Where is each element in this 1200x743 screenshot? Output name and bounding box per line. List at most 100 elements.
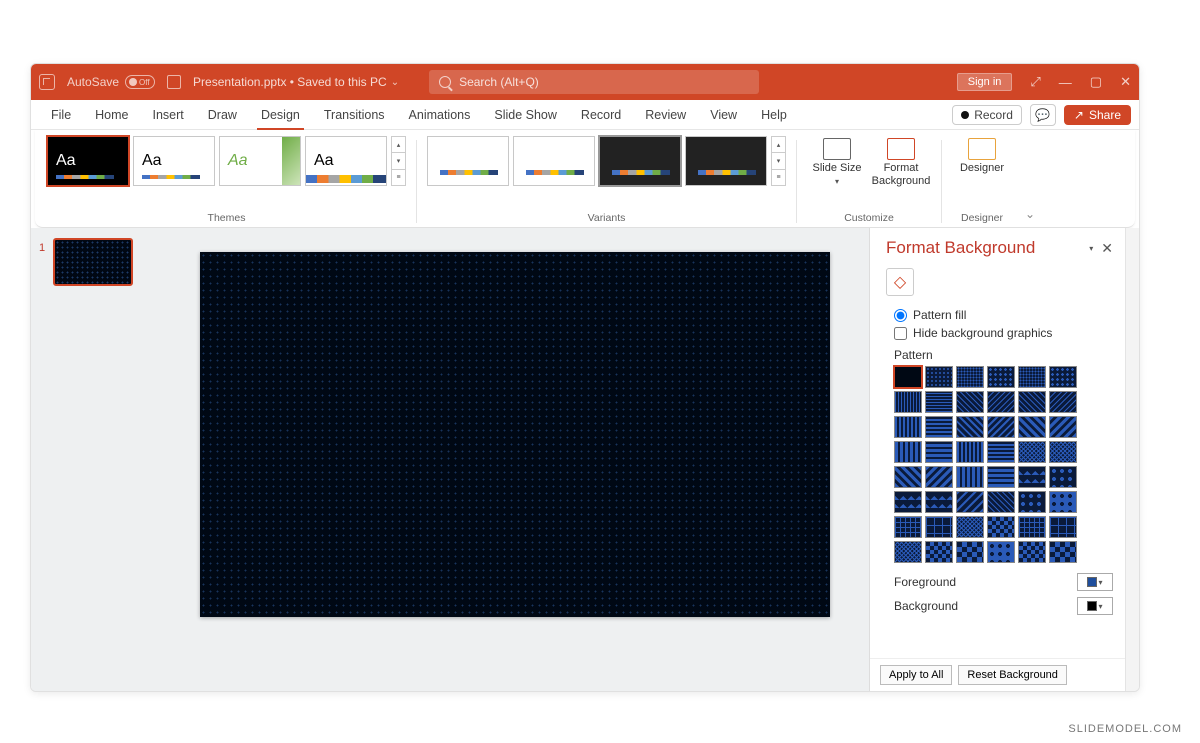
signin-button[interactable]: Sign in: [957, 73, 1013, 91]
pattern-swatch[interactable]: [894, 441, 922, 463]
pattern-swatch[interactable]: [894, 491, 922, 513]
filename-label[interactable]: Presentation.pptx • Saved to this PC: [193, 75, 387, 89]
pattern-fill-radio[interactable]: Pattern fill: [894, 308, 1113, 322]
close-icon[interactable]: ✕: [1120, 74, 1131, 90]
pattern-swatch[interactable]: [925, 491, 953, 513]
pattern-swatch[interactable]: [987, 466, 1015, 488]
pattern-swatch[interactable]: [925, 441, 953, 463]
slide-canvas[interactable]: [200, 252, 830, 617]
tab-animations[interactable]: Animations: [397, 100, 483, 130]
tab-view[interactable]: View: [698, 100, 749, 130]
pattern-swatch[interactable]: [987, 491, 1015, 513]
pattern-swatch[interactable]: [1049, 391, 1077, 413]
theme-thumb-3[interactable]: Aa: [219, 136, 301, 186]
tab-file[interactable]: File: [39, 100, 83, 130]
theme-thumb-4[interactable]: Aa: [305, 136, 387, 186]
pattern-swatch[interactable]: [1018, 466, 1046, 488]
pattern-swatch[interactable]: [1049, 516, 1077, 538]
pattern-swatch[interactable]: [1049, 491, 1077, 513]
pattern-swatch[interactable]: [1049, 416, 1077, 438]
pattern-swatch[interactable]: [1018, 516, 1046, 538]
tab-draw[interactable]: Draw: [196, 100, 249, 130]
save-icon[interactable]: [167, 75, 181, 89]
pattern-swatch[interactable]: [894, 416, 922, 438]
pattern-swatch[interactable]: [1049, 541, 1077, 563]
panel-menu-caret-icon[interactable]: ▾: [1089, 244, 1093, 253]
variant-thumb-2[interactable]: [513, 136, 595, 186]
tab-transitions[interactable]: Transitions: [312, 100, 397, 130]
theme-thumb-1[interactable]: Aa: [47, 136, 129, 186]
pattern-swatch[interactable]: [987, 416, 1015, 438]
panel-close-icon[interactable]: ✕: [1101, 240, 1113, 257]
pattern-swatch[interactable]: [925, 416, 953, 438]
variants-spinner[interactable]: ▴▾≡: [771, 136, 786, 186]
pattern-swatch[interactable]: [1018, 541, 1046, 563]
hide-bg-checkbox[interactable]: Hide background graphics: [894, 326, 1113, 340]
slide-editor[interactable]: [161, 228, 869, 691]
comments-button[interactable]: 💬: [1030, 104, 1056, 126]
ribbon-collapse-button[interactable]: ⌄: [1018, 136, 1042, 227]
autosave-toggle[interactable]: AutoSave Off: [67, 75, 155, 89]
pattern-swatch[interactable]: [925, 366, 953, 388]
apply-all-button[interactable]: Apply to All: [880, 665, 952, 685]
slide-thumbnail-1[interactable]: [53, 238, 133, 286]
pattern-swatch[interactable]: [987, 366, 1015, 388]
pattern-swatch[interactable]: [956, 416, 984, 438]
pattern-swatch[interactable]: [925, 541, 953, 563]
fill-tab-icon[interactable]: ◇: [886, 268, 914, 296]
pattern-swatch[interactable]: [1018, 391, 1046, 413]
pattern-swatch[interactable]: [1018, 491, 1046, 513]
pattern-swatch[interactable]: [956, 541, 984, 563]
filename-caret-icon[interactable]: ⌄: [391, 77, 399, 88]
pattern-swatch[interactable]: [987, 541, 1015, 563]
pattern-swatch[interactable]: [956, 391, 984, 413]
pattern-swatch[interactable]: [1049, 366, 1077, 388]
theme-thumb-2[interactable]: Aa: [133, 136, 215, 186]
pattern-swatch[interactable]: [956, 516, 984, 538]
tab-slide-show[interactable]: Slide Show: [482, 100, 569, 130]
pattern-swatch[interactable]: [987, 391, 1015, 413]
slide-size-button[interactable]: Slide Size▾: [807, 136, 867, 186]
tab-record[interactable]: Record: [569, 100, 633, 130]
pattern-swatch[interactable]: [1049, 441, 1077, 463]
pattern-swatch[interactable]: [987, 516, 1015, 538]
pattern-swatch[interactable]: [956, 491, 984, 513]
panel-scrollbar[interactable]: [1125, 228, 1139, 691]
reset-background-button[interactable]: Reset Background: [958, 665, 1067, 685]
minimize-icon[interactable]: —: [1059, 75, 1072, 90]
pattern-swatch[interactable]: [956, 441, 984, 463]
tab-insert[interactable]: Insert: [141, 100, 196, 130]
background-color-button[interactable]: ▾: [1077, 597, 1113, 615]
pattern-swatch[interactable]: [925, 516, 953, 538]
tab-review[interactable]: Review: [633, 100, 698, 130]
pattern-swatch[interactable]: [956, 466, 984, 488]
themes-spinner[interactable]: ▴▾≡: [391, 136, 406, 186]
variant-thumb-1[interactable]: [427, 136, 509, 186]
tab-help[interactable]: Help: [749, 100, 799, 130]
record-button[interactable]: Record: [952, 105, 1022, 125]
designer-button[interactable]: Designer: [952, 136, 1012, 175]
pattern-swatch[interactable]: [1018, 366, 1046, 388]
pattern-swatch[interactable]: [894, 541, 922, 563]
variant-thumb-3[interactable]: [599, 136, 681, 186]
ribbon-display-icon[interactable]: ⤢: [1030, 74, 1040, 90]
pattern-swatch[interactable]: [894, 391, 922, 413]
pattern-swatch[interactable]: [894, 516, 922, 538]
pattern-swatch[interactable]: [925, 391, 953, 413]
foreground-color-button[interactable]: ▾: [1077, 573, 1113, 591]
search-input[interactable]: Search (Alt+Q): [429, 70, 759, 94]
tab-home[interactable]: Home: [83, 100, 140, 130]
format-background-button[interactable]: Format Background: [871, 136, 931, 187]
pattern-swatch[interactable]: [1018, 416, 1046, 438]
maximize-icon[interactable]: ▢: [1090, 74, 1102, 90]
pattern-swatch[interactable]: [894, 466, 922, 488]
pattern-swatch[interactable]: [925, 466, 953, 488]
share-button[interactable]: ↗Share: [1064, 105, 1131, 125]
variant-thumb-4[interactable]: [685, 136, 767, 186]
toggle-switch[interactable]: Off: [125, 75, 155, 89]
pattern-swatch[interactable]: [956, 366, 984, 388]
pattern-swatch[interactable]: [987, 441, 1015, 463]
pattern-swatch[interactable]: [1049, 466, 1077, 488]
pattern-swatch[interactable]: [894, 366, 922, 388]
pattern-swatch[interactable]: [1018, 441, 1046, 463]
